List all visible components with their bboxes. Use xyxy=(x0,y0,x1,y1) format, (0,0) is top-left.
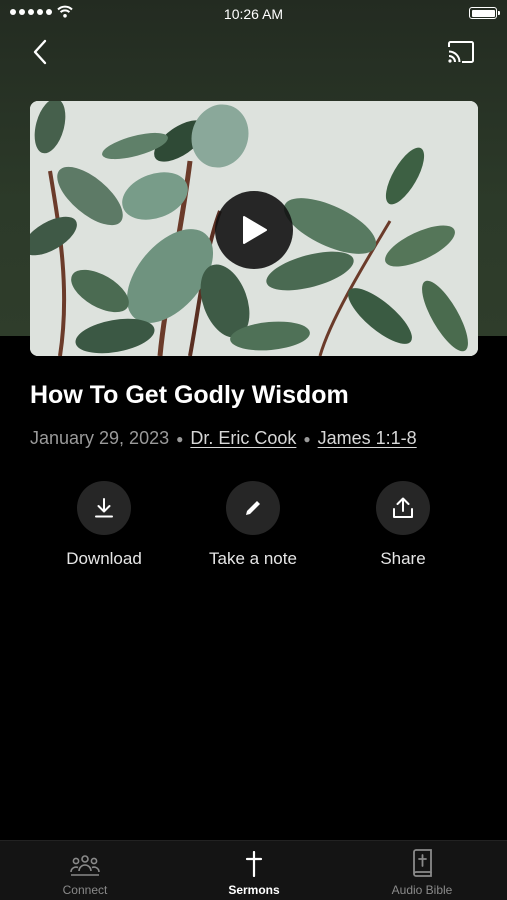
tab-bar: Connect Sermons Audio Bible xyxy=(0,840,507,900)
sermon-meta: January 29, 2023 ● Dr. Eric Cook ● James… xyxy=(30,428,417,449)
cast-button[interactable] xyxy=(445,38,477,66)
share-label: Share xyxy=(380,549,426,568)
cross-icon xyxy=(245,851,263,877)
play-button[interactable] xyxy=(215,191,293,269)
status-time: 10:26 AM xyxy=(223,6,284,22)
sermon-title: How To Get Godly Wisdom xyxy=(30,381,349,409)
speaker-link[interactable]: Dr. Eric Cook xyxy=(190,428,296,449)
take-note-label: Take a note xyxy=(209,549,297,568)
download-label: Download xyxy=(66,549,142,568)
take-note-button[interactable]: Take a note xyxy=(178,481,328,569)
chevron-left-icon xyxy=(33,39,47,65)
cast-icon xyxy=(448,41,474,63)
pencil-icon xyxy=(246,501,260,515)
play-icon xyxy=(243,216,267,244)
take-note-circle xyxy=(226,481,280,535)
sermon-video-thumbnail[interactable] xyxy=(30,101,478,356)
tab-connect-label: Connect xyxy=(62,883,108,897)
tab-sermons-label: Sermons xyxy=(228,883,280,897)
battery-icon xyxy=(469,7,500,19)
scripture-link[interactable]: James 1:1-8 xyxy=(318,428,417,449)
tab-audio-bible[interactable]: Audio Bible xyxy=(352,841,492,900)
back-button[interactable] xyxy=(26,38,54,66)
download-circle xyxy=(77,481,131,535)
separator-dot: ● xyxy=(303,431,311,446)
tab-connect[interactable]: Connect xyxy=(15,841,155,900)
share-icon xyxy=(393,497,413,518)
tab-sermons[interactable]: Sermons xyxy=(184,841,324,900)
download-icon xyxy=(95,498,113,518)
download-button[interactable]: Download xyxy=(29,481,179,569)
tab-audio-bible-label: Audio Bible xyxy=(391,883,453,897)
people-icon xyxy=(70,855,100,876)
sermon-date: January 29, 2023 xyxy=(30,428,170,448)
bible-icon xyxy=(413,849,432,877)
share-button[interactable]: Share xyxy=(328,481,478,569)
status-bar: 10:26 AM xyxy=(0,0,507,28)
separator-dot: ● xyxy=(176,431,184,446)
share-circle xyxy=(376,481,430,535)
